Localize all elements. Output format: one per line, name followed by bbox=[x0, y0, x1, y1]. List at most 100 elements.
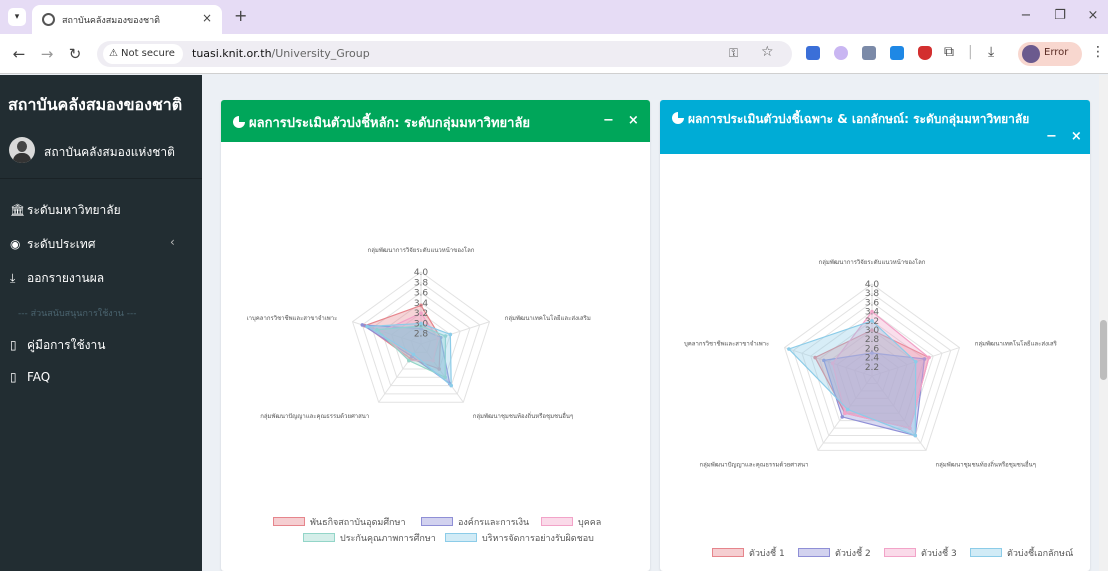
radar-chart: 2.83.03.23.43.63.84.0 กลุ่มพัฒนาการวิจัยร… bbox=[247, 246, 591, 420]
sidebar-item-faq[interactable]: ▯ FAQ bbox=[10, 370, 50, 392]
scrollbar-thumb[interactable] bbox=[1100, 320, 1107, 380]
radar-tick-label: 4.0 bbox=[414, 268, 429, 278]
globe-icon: ◉ bbox=[10, 237, 21, 251]
legend-item[interactable]: ตัวบ่งชี้ 2 bbox=[798, 546, 871, 560]
legend-swatch bbox=[541, 517, 573, 526]
radar-axis-label: เาบุคลากรวิชาชีพและสาขาจำเพาะ bbox=[247, 314, 338, 322]
tab-close-button[interactable]: × bbox=[202, 11, 212, 25]
back-icon[interactable]: ← bbox=[10, 45, 28, 63]
file-icon: ▯ bbox=[10, 370, 17, 384]
legend-label: ตัวบ่งชี้เอกลักษณ์ bbox=[1007, 549, 1074, 559]
divider bbox=[0, 178, 202, 179]
radar-tick-label: 3.8 bbox=[414, 278, 429, 288]
chevron-left-icon: ‹ bbox=[170, 235, 175, 249]
radar-axis-label: กลุ่มพัฒนาเทคโนโลยีและส่งเสริม bbox=[505, 314, 591, 322]
sidebar-item-report[interactable]: ⤓ ออกรายงานผล bbox=[10, 269, 104, 291]
sidebar-item-label: ออกรายงานผล bbox=[27, 271, 105, 285]
puzzle-icon[interactable]: ⧉ bbox=[944, 44, 954, 60]
download-icon: ⤓ bbox=[10, 271, 16, 285]
core-indicators-panel: ผลการประเมินตัวบ่งชี้หลัก: ระดับกลุ่มมหา… bbox=[221, 100, 650, 571]
sidebar: สถาบันคลังสมองของชาติ สถาบันคลังสมองแห่ง… bbox=[0, 75, 202, 571]
globe-icon bbox=[42, 13, 55, 26]
sidebar-item-university[interactable]: 🏛 ระดับมหาวิทยาลัย bbox=[10, 201, 121, 223]
legend-swatch bbox=[421, 517, 453, 526]
password-key-icon[interactable]: ⚿ bbox=[729, 46, 738, 61]
radar-tick-label: 3.2 bbox=[865, 317, 879, 327]
sidebar-item-national[interactable]: ◉ ระดับประเทศ ‹ bbox=[10, 235, 175, 257]
legend-swatch bbox=[303, 533, 335, 542]
url-text[interactable]: tuasi.knit.or.th/University_Group bbox=[192, 47, 370, 60]
main-content: ผลการประเมินตัวบ่งชี้หลัก: ระดับกลุ่มมหา… bbox=[202, 75, 1108, 571]
legend-swatch bbox=[970, 548, 1002, 557]
legend-item[interactable]: บริหารจัดการอย่างรับผิดชอบ bbox=[445, 531, 594, 545]
radar-point bbox=[913, 433, 918, 438]
extension-icon[interactable] bbox=[834, 46, 848, 60]
url-path: /University_Group bbox=[271, 47, 370, 60]
browser-tab[interactable]: สถาบันคลังสมองของชาติ × bbox=[32, 5, 222, 34]
legend-label: ตัวบ่งชี้ 2 bbox=[835, 549, 871, 559]
security-chip[interactable]: ⚠ Not secure bbox=[103, 44, 183, 64]
radar-point bbox=[448, 332, 453, 337]
radar-point bbox=[840, 415, 845, 419]
radar-axis-label: กลุ่มพัฒนาชุมชนท้องถิ่นหรือชุมชนอื่นๆ bbox=[473, 412, 573, 420]
brand-title[interactable]: สถาบันคลังสมองของชาติ bbox=[8, 93, 182, 118]
tab-search-button[interactable]: ▾ bbox=[8, 8, 26, 26]
extension-icon[interactable] bbox=[890, 46, 904, 60]
legend-item[interactable]: ตัวบ่งชี้เอกลักษณ์ bbox=[970, 546, 1073, 560]
sidebar-item-label: ระดับประเทศ bbox=[27, 237, 96, 251]
legend-label: องค์กรและการเงิน bbox=[458, 518, 530, 528]
legend-item[interactable]: ตัวบ่งชี้ 1 bbox=[712, 546, 785, 560]
tab-title: สถาบันคลังสมองของชาติ bbox=[62, 16, 160, 26]
bookmark-star-icon[interactable]: ☆ bbox=[761, 44, 774, 60]
forward-icon[interactable]: → bbox=[38, 45, 56, 63]
browser-tab-bar: ▾ สถาบันคลังสมองของชาติ × + − ❐ × bbox=[0, 0, 1108, 34]
radar-point bbox=[360, 323, 365, 327]
file-icon: ▯ bbox=[10, 338, 17, 352]
sidebar-item-manual[interactable]: ▯ คู่มือการใช้งาน bbox=[10, 336, 105, 358]
translate-extension-icon[interactable] bbox=[806, 46, 820, 60]
extension-icon[interactable] bbox=[862, 46, 876, 60]
sidebar-section-header: --- ส่วนสนับสนุนการใช้งาน --- bbox=[18, 309, 137, 319]
institution-icon: 🏛 bbox=[10, 203, 26, 217]
legend-item[interactable]: ประกันคุณภาพการศึกษา bbox=[303, 531, 436, 545]
radar-axis-label: กลุ่มพัฒนาเทคโนโลยีและส่งเสริ bbox=[975, 340, 1058, 348]
legend-item[interactable]: บุคคล bbox=[541, 515, 601, 529]
reload-icon[interactable]: ↻ bbox=[66, 45, 84, 63]
profile-label: Error bbox=[1044, 47, 1069, 58]
radar-tick-label: 3.6 bbox=[865, 298, 880, 308]
radar-tick-label: 2.6 bbox=[865, 344, 880, 354]
radar-tick-label: 3.0 bbox=[414, 319, 429, 329]
close-window-button[interactable]: × bbox=[1083, 8, 1103, 23]
page-scrollbar[interactable] bbox=[1099, 75, 1108, 571]
toolbar-divider: | bbox=[968, 44, 973, 60]
radar-point bbox=[845, 407, 850, 412]
legend-item[interactable]: องค์กรและการเงิน bbox=[421, 515, 529, 529]
profile-button[interactable]: Error bbox=[1018, 42, 1082, 66]
legend-label: พันธกิจสถาบันอุดมศึกษา bbox=[310, 518, 406, 528]
radar-tick-label: 3.8 bbox=[865, 289, 880, 299]
legend-label: ประกันคุณภาพการศึกษา bbox=[340, 534, 436, 544]
legend-label: ตัวบ่งชี้ 3 bbox=[921, 549, 957, 559]
avatar bbox=[9, 137, 35, 163]
radar-tick-label: 4.0 bbox=[865, 280, 880, 290]
minimize-window-button[interactable]: − bbox=[1016, 8, 1036, 23]
sidebar-item-label: ระดับมหาวิทยาลัย bbox=[27, 203, 121, 217]
radar-point bbox=[365, 324, 369, 329]
download-icon[interactable]: ⤓ bbox=[988, 44, 994, 60]
shield-extension-icon[interactable] bbox=[918, 46, 932, 60]
address-bar[interactable]: ⚠ Not secure tuasi.knit.or.th/University_… bbox=[97, 41, 792, 67]
url-host: tuasi.knit.or.th bbox=[192, 47, 272, 60]
warning-icon: ⚠ bbox=[109, 48, 118, 59]
legend-label: บุคคล bbox=[578, 518, 602, 528]
radar-tick-label: 2.4 bbox=[865, 354, 880, 364]
legend-item[interactable]: ตัวบ่งชี้ 3 bbox=[884, 546, 957, 560]
new-tab-button[interactable]: + bbox=[234, 6, 247, 25]
user-panel: สถาบันคลังสมองแห่งชาติ bbox=[0, 131, 202, 179]
radar-point bbox=[449, 383, 454, 388]
legend-swatch bbox=[445, 533, 477, 542]
chart-legend: ตัวบ่งชี้ 1 ตัวบ่งชี้ 2 ตัวบ่งชี้ 3 ตัวบ… bbox=[712, 546, 1082, 560]
kebab-menu-icon[interactable]: ⋮ bbox=[1091, 44, 1105, 60]
security-label: Not secure bbox=[120, 48, 175, 59]
legend-item[interactable]: พันธกิจสถาบันอุดมศึกษา bbox=[273, 515, 406, 529]
restore-window-button[interactable]: ❐ bbox=[1050, 8, 1070, 23]
